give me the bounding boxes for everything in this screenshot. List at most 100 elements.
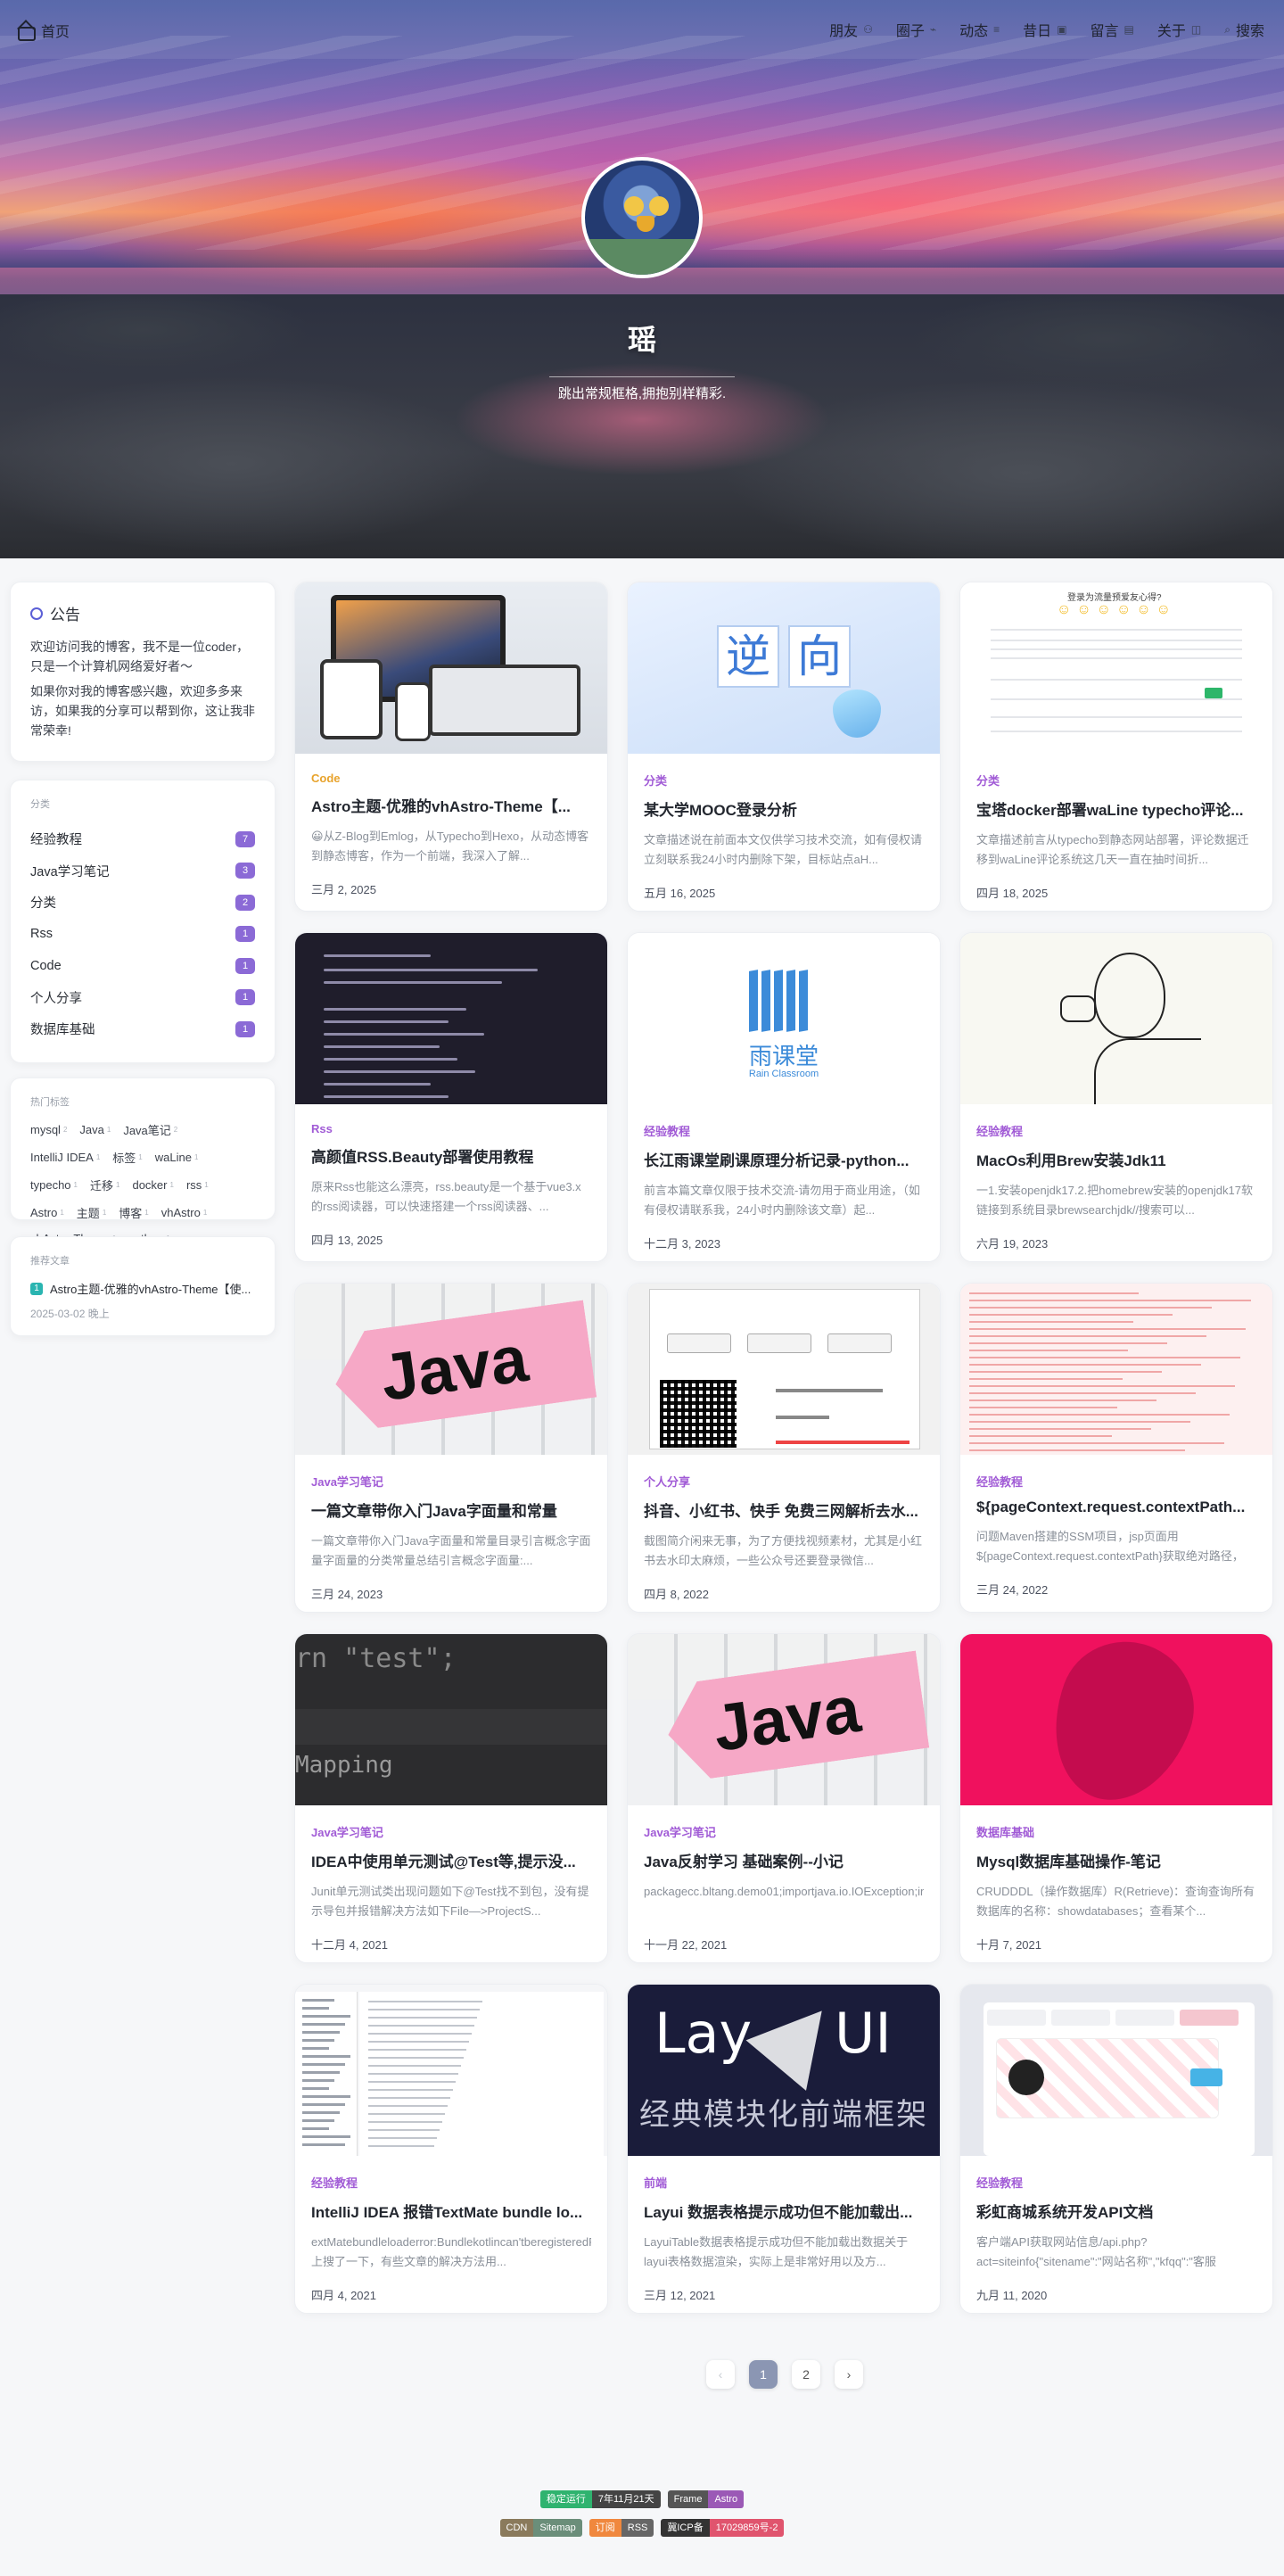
post-category[interactable]: Java学习笔记 — [644, 1823, 924, 1840]
post-title[interactable]: IntelliJ IDEA 报错TextMate bundle lo... — [311, 2200, 591, 2222]
post-card[interactable]: rn "test"; Mapping Java学习笔记 IDEA中使用单元测试@Tes… — [294, 1633, 608, 1963]
post-category[interactable]: 经验教程 — [976, 2174, 1256, 2191]
post-thumbnail: Java — [295, 1284, 607, 1455]
post-category[interactable]: Code — [311, 772, 591, 785]
nav-item-5[interactable]: 关于 ◫ — [1157, 19, 1201, 40]
prev-page-button[interactable]: ‹ — [706, 2360, 735, 2389]
tag-item[interactable]: 主题 1 — [77, 1204, 106, 1221]
editor-line — [368, 2073, 458, 2075]
post-title[interactable]: MacOs利用Brew安装Jdk11 — [976, 1148, 1256, 1170]
footer-badge[interactable]: 订阅 RSS — [588, 2519, 654, 2537]
recent-item[interactable]: 1 Astro主题-优雅的vhAstro-Theme【使... — [30, 1280, 255, 1297]
log-line — [969, 1350, 1128, 1351]
nav-item-1[interactable]: 圈子 ⌁ — [896, 19, 936, 40]
editor-line — [368, 2089, 453, 2091]
post-category[interactable]: 经验教程 — [311, 2174, 591, 2191]
tag-item[interactable]: 标签 1 — [112, 1149, 142, 1166]
page-button-2[interactable]: 2 — [792, 2360, 820, 2389]
post-excerpt: Junit单元测试类出现问题如下@Test找不到包，没有提示导包并报错解决方法如… — [311, 1885, 589, 1918]
tag-item[interactable]: Astro 1 — [30, 1204, 64, 1221]
tag-item[interactable]: 迁移 1 — [90, 1177, 119, 1193]
recent-card: 推荐文章 1 Astro主题-优雅的vhAstro-Theme【使... 202… — [10, 1236, 276, 1336]
post-title[interactable]: 宝塔docker部署waLine typecho评论... — [976, 797, 1256, 820]
tag-item[interactable]: docker 1 — [132, 1177, 173, 1193]
post-title[interactable]: 抖音、小红书、快手 免费三网解析去水... — [644, 1499, 924, 1521]
log-line — [969, 1342, 1167, 1344]
nav-item-3[interactable]: 昔日 ▣ — [1023, 19, 1066, 40]
page-button-1[interactable]: 1 — [749, 2360, 778, 2389]
post-category[interactable]: 分类 — [976, 772, 1256, 788]
next-page-button[interactable]: › — [835, 2360, 863, 2389]
category-item[interactable]: 数据库基础 1 — [30, 1013, 255, 1045]
tag-item[interactable]: rss 1 — [186, 1177, 209, 1193]
nav-item-2[interactable]: 动态 ≡ — [959, 19, 1000, 40]
post-card[interactable]: 雨课堂 Rain Classroom 经验教程 长江雨课堂刷课原理分析记录-pytho… — [627, 932, 941, 1262]
avatar[interactable] — [581, 157, 703, 278]
footer-badge[interactable]: 稳定运行 7年11月21天 — [539, 2490, 661, 2508]
nav-item-6[interactable]: ⌕ 搜索 — [1224, 19, 1264, 40]
footer-badge[interactable]: CDN Sitemap — [499, 2519, 582, 2537]
post-title[interactable]: 一篇文章带你入门Java字面量和常量 — [311, 1499, 591, 1521]
nav-item-0[interactable]: 朋友 ⚇ — [829, 19, 873, 40]
post-card[interactable]: 个人分享 抖音、小红书、快手 免费三网解析去水... 截图简介闲来无事，为了方便找视… — [627, 1283, 941, 1613]
category-item[interactable]: 个人分享 1 — [30, 982, 255, 1014]
home-link[interactable]: 首页 — [16, 20, 70, 41]
tag-item[interactable]: Java笔记 2 — [123, 1121, 177, 1138]
tag-item[interactable]: 博客 1 — [119, 1204, 148, 1221]
tag-item[interactable]: IntelliJ IDEA 1 — [30, 1149, 100, 1166]
post-card[interactable]: 经验教程 MacOs利用Brew安装Jdk11 一1.安装openjdk17.2.把… — [959, 932, 1273, 1262]
post-category[interactable]: 经验教程 — [976, 1473, 1256, 1490]
post-category[interactable]: Java学习笔记 — [311, 1473, 591, 1490]
category-item[interactable]: Code 1 — [30, 950, 255, 982]
post-card[interactable]: Rss 高颜值RSS.Beauty部署使用教程 原来Rss也能这么漂亮，rss.be… — [294, 932, 608, 1262]
log-line — [969, 1385, 1235, 1387]
category-item[interactable]: Rss 1 — [30, 919, 255, 951]
post-title[interactable]: IDEA中使用单元测试@Test等,提示没... — [311, 1849, 591, 1871]
post-title[interactable]: 彩虹商城系统开发API文档 — [976, 2200, 1256, 2222]
post-date: 五月 16, 2025 — [644, 887, 716, 900]
post-title[interactable]: Astro主题-优雅的vhAstro-Theme【... — [311, 794, 591, 816]
tag-item[interactable]: vhAstro 1 — [161, 1204, 208, 1221]
post-category[interactable]: 分类 — [644, 772, 924, 788]
post-title[interactable]: Mysql数据库基础操作-笔记 — [976, 1849, 1256, 1871]
post-card[interactable]: Lay UI 经典模块化前端框架 前端 Layui 数据表格提示成功但不能加载出... L… — [627, 1984, 941, 2314]
post-title[interactable]: 长江雨课堂刷课原理分析记录-python... — [644, 1148, 924, 1170]
post-title[interactable]: 某大学MOOC登录分析 — [644, 797, 924, 820]
category-item[interactable]: 经验教程 7 — [30, 823, 255, 855]
post-category[interactable]: 数据库基础 — [976, 1823, 1256, 1840]
post-card[interactable]: 经验教程 彩虹商城系统开发API文档 客户端API获取网站信息/api.php?ac… — [959, 1984, 1273, 2314]
footer-badge[interactable]: Frame Astro — [667, 2490, 745, 2508]
tag-item[interactable]: Java 1 — [79, 1121, 111, 1138]
post-card[interactable]: Java Java学习笔记 一篇文章带你入门Java字面量和常量 一篇文章带你入门Ja… — [294, 1283, 608, 1613]
post-title[interactable]: 高颜值RSS.Beauty部署使用教程 — [311, 1144, 591, 1167]
post-card[interactable]: 逆向分类 某大学MOOC登录分析 文章描述说在前面本文仅供学习技术交流，如有侵权请立… — [627, 582, 941, 912]
post-title[interactable]: Java反射学习 基础案例--小记 — [644, 1849, 924, 1871]
post-title[interactable]: Layui 数据表格提示成功但不能加载出... — [644, 2200, 924, 2222]
nav-item-4[interactable]: 留言 ▤ — [1091, 19, 1134, 40]
post-category[interactable]: 个人分享 — [644, 1473, 924, 1490]
post-card[interactable]: 数据库基础 Mysql数据库基础操作-笔记 CRUDDDL（操作数据库）R(Retr… — [959, 1633, 1273, 1963]
footer-badge[interactable]: 冀ICP备 17029859号-2 — [661, 2519, 785, 2537]
post-card[interactable]: 经验教程 ${pageContext.request.contextPath...… — [959, 1283, 1273, 1613]
tag-name: typecho — [30, 1178, 71, 1192]
post-category[interactable]: 经验教程 — [976, 1122, 1256, 1139]
post-card[interactable]: 登录为流量预爱友心得? ☺☺☺☺☺☺ 分类 宝塔docker部署waLine type… — [959, 582, 1273, 912]
category-item[interactable]: Java学习笔记 3 — [30, 855, 255, 888]
tag-item[interactable]: mysql 2 — [30, 1121, 67, 1138]
post-card[interactable]: Java Java学习笔记 Java反射学习 基础案例--小记 packagecc.b… — [627, 1633, 941, 1963]
post-category[interactable]: Rss — [311, 1122, 591, 1135]
post-category[interactable]: 前端 — [644, 2174, 924, 2191]
post-body: Code Astro主题-优雅的vhAstro-Theme【... 😀从Z-Blog… — [295, 754, 607, 897]
tag-item[interactable]: waLine 1 — [155, 1149, 199, 1166]
post-category[interactable]: 经验教程 — [644, 1122, 924, 1139]
thumb-char: 逆 — [717, 625, 779, 688]
tree-line — [302, 2071, 340, 2074]
badge-label: 订阅 — [588, 2519, 621, 2537]
post-category[interactable]: Java学习笔记 — [311, 1823, 591, 1840]
post-card[interactable]: 经验教程 IntelliJ IDEA 报错TextMate bundle lo..… — [294, 1984, 608, 2314]
category-item[interactable]: 分类 2 — [30, 887, 255, 919]
log-line — [969, 1428, 1151, 1430]
tag-item[interactable]: typecho 1 — [30, 1177, 78, 1193]
post-card[interactable]: Code Astro主题-优雅的vhAstro-Theme【... 😀从Z-Blog… — [294, 582, 608, 912]
post-title[interactable]: ${pageContext.request.contextPath... — [976, 1499, 1256, 1516]
